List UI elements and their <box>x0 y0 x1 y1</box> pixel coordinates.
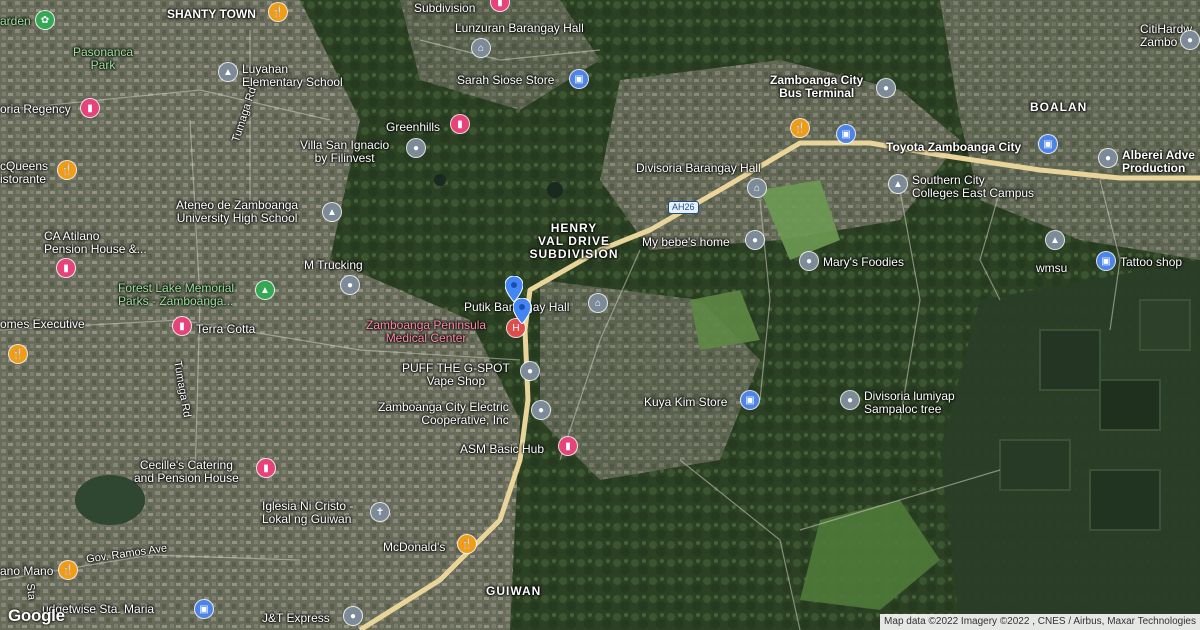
poi-label-pasonanca: Pasonanca Park <box>73 45 134 72</box>
poi-label-ca-atilano: CA Atilano Pension House &... <box>44 229 147 256</box>
poi-label-puff: PUFF THE G-SPOT Vape Shop <box>402 361 510 388</box>
area-label-henry-val: HENRY VAL DRIVE SUBDIVISION <box>529 221 619 261</box>
poi-label-divisoria-lumiyap: Divisoria lumiyap Sampaloc tree <box>864 389 955 416</box>
poi-label-divisoria-regency: oria Regency <box>0 102 71 116</box>
location-pin-icon[interactable]: ● <box>800 252 818 270</box>
poi-label-bus-terminal: Zamboanga City Bus Terminal <box>770 73 864 100</box>
church-icon[interactable]: ✝ <box>371 503 389 521</box>
poi-label-sarah-siose: Sarah Siose Store <box>457 73 555 87</box>
location-pin-icon[interactable]: ● <box>407 139 425 157</box>
restaurant-icon[interactable]: 🍴 <box>58 161 76 179</box>
poi-label-kuya-kim: Kuya Kim Store <box>644 395 728 409</box>
poi-label-tattoo-shop: Tattoo shop <box>1120 255 1183 269</box>
poi-label-toyota: Toyota Zamboanga City <box>886 140 1022 154</box>
poi-label-subdivision: Subdivision <box>414 1 476 15</box>
map-attribution[interactable]: Map data ©2022 Imagery ©2022 , CNES / Ai… <box>880 614 1200 630</box>
location-pin-icon[interactable]: ● <box>532 401 550 419</box>
location-pin-icon[interactable]: ● <box>1099 149 1117 167</box>
school-icon[interactable]: ▲ <box>219 63 237 81</box>
location-pin-icon[interactable]: ● <box>521 362 539 380</box>
location-pin-icon[interactable]: ● <box>877 79 895 97</box>
route-shield-ah26: AH26 <box>668 201 699 214</box>
hotel-icon[interactable]: ▮ <box>173 317 191 335</box>
road-label-sta: Sta <box>24 583 38 601</box>
school-icon[interactable]: ▲ <box>1046 231 1064 249</box>
restaurant-icon[interactable]: 🍴 <box>9 345 27 363</box>
hotel-icon[interactable]: ▮ <box>559 437 577 455</box>
shopping-bag-icon[interactable]: ▣ <box>1097 252 1115 270</box>
location-pin-icon[interactable]: ● <box>746 231 764 249</box>
poi-label-wmsu: wmsu <box>1036 261 1068 275</box>
poi-label-luyahan: Luyahan Elementary School <box>242 62 343 89</box>
poi-label-greenhills: Greenhills <box>386 120 441 134</box>
hotel-icon[interactable]: ▮ <box>451 115 469 133</box>
poi-label-garden: arden <box>0 14 31 28</box>
poi-label-forest-lake: Forest Lake Memorial Parks - Zamboanga..… <box>118 281 235 308</box>
restaurant-icon[interactable]: 🍴 <box>269 3 287 21</box>
park-icon[interactable]: ✿ <box>36 11 54 29</box>
poi-label-asm: ASM Basic Hub <box>460 442 545 456</box>
civic-building-icon[interactable]: ⌂ <box>589 294 607 312</box>
poi-label-homes-executive: omes Executive <box>0 317 85 331</box>
school-icon[interactable]: ▲ <box>323 203 341 221</box>
civic-building-icon[interactable]: ⌂ <box>472 39 490 57</box>
google-logo: Google <box>8 606 65 625</box>
poi-label-iglesia: Iglesia Ni Cristo - Lokal ng Guiwan <box>262 499 354 526</box>
poi-label-lunzuran: Lunzuran Barangay Hall <box>455 21 584 35</box>
school-icon[interactable]: ▲ <box>889 175 907 193</box>
poi-label-mcdonalds: McDonald's <box>383 540 446 554</box>
location-pin-icon[interactable]: ● <box>341 276 359 294</box>
poi-label-southern-city: Southern City Colleges East Campus <box>912 173 1035 200</box>
shopping-bag-icon[interactable]: ▣ <box>837 125 855 143</box>
memorial-park-icon[interactable]: ▲ <box>256 281 274 299</box>
location-pin-icon[interactable]: ● <box>344 607 362 625</box>
hotel-icon[interactable]: ▮ <box>81 99 99 117</box>
shopping-bag-icon[interactable]: ▣ <box>570 70 588 88</box>
location-marker-icon[interactable] <box>513 298 531 324</box>
store-icon[interactable]: ● <box>1181 31 1199 49</box>
shopping-bag-icon[interactable]: ▣ <box>1039 135 1057 153</box>
poi-label-mcqueens: cQueens istorante <box>0 159 49 186</box>
poi-label-terra-cotta: Terra Cotta <box>196 322 256 336</box>
poi-label-my-bebes-home: My bebe's home <box>642 235 730 249</box>
hotel-icon[interactable]: ▮ <box>257 459 275 477</box>
poi-label-jt-express: J&T Express <box>262 611 330 625</box>
poi-label-ateneo: Ateneo de Zamboanga University High Scho… <box>176 198 299 225</box>
satellite-imagery <box>0 0 1200 630</box>
hotel-icon[interactable]: ▮ <box>57 259 75 277</box>
shopping-bag-icon[interactable]: ▣ <box>195 600 213 618</box>
poi-label-divisoria-brgy: Divisoria Barangay Hall <box>636 161 761 175</box>
poi-label-zpmc: Zamboanga Peninsula Medical Center <box>366 318 487 345</box>
map-canvas[interactable]: HENRY VAL DRIVE SUBDIVISION BOALAN GUIWA… <box>0 0 1200 630</box>
civic-building-icon[interactable]: ⌂ <box>748 179 766 197</box>
area-label-boalan: BOALAN <box>1030 100 1088 114</box>
area-label-guiwan: GUIWAN <box>486 584 542 598</box>
poi-label-zcec: Zamboanga City Electric Cooperative, Inc <box>378 400 509 427</box>
poi-label-nano-mano: ano Mano <box>0 564 54 578</box>
poi-label-villa-san-ignacio: Villa San Ignacio by Filinvest <box>300 138 390 165</box>
poi-label-cecilles: Cecille's Catering and Pension House <box>134 458 239 485</box>
shopping-bag-icon[interactable]: ▣ <box>741 391 759 409</box>
restaurant-icon[interactable]: 🍴 <box>59 561 77 579</box>
restaurant-icon[interactable]: 🍴 <box>458 535 476 553</box>
area-label-shanty-town: SHANTY TOWN <box>167 7 256 21</box>
location-pin-icon[interactable]: ● <box>841 391 859 409</box>
poi-label-marys-foodies: Mary's Foodies <box>823 255 904 269</box>
restaurant-icon[interactable]: 🍴 <box>791 119 809 137</box>
poi-label-alberei: Alberei Adve Production <box>1122 148 1195 175</box>
poi-label-m-trucking: M Trucking <box>304 258 363 272</box>
